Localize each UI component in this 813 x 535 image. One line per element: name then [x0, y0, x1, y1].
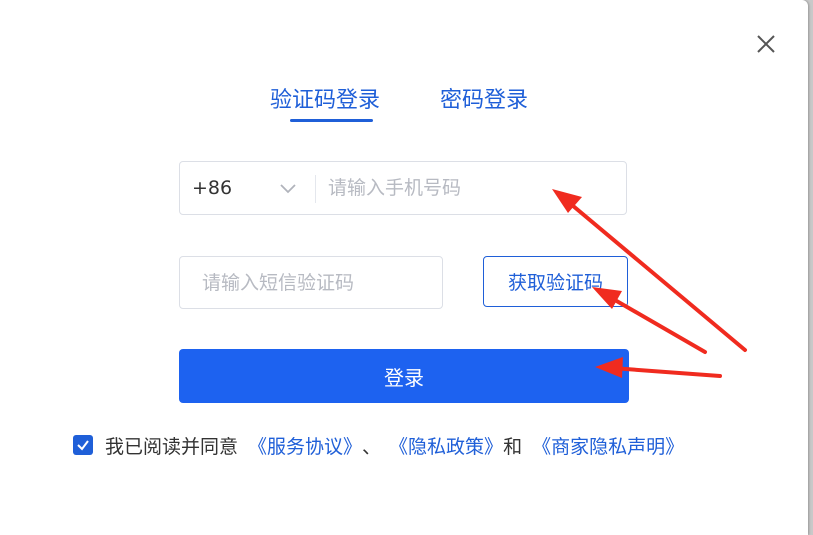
login-button[interactable]: 登录	[179, 349, 629, 403]
close-icon	[757, 35, 775, 53]
country-code-dropdown[interactable]	[278, 178, 298, 198]
check-icon	[77, 440, 89, 451]
service-agreement-link[interactable]: 《服务协议》	[248, 432, 362, 459]
sms-code-field	[179, 256, 443, 309]
login-dialog: 验证码登录 密码登录 +86 获取验证码 登录 我已阅读并同意 《服务协议》 、…	[0, 0, 808, 535]
country-code[interactable]: +86	[192, 162, 232, 214]
tab-password-login[interactable]: 密码登录	[440, 84, 528, 118]
agreement-row: 我已阅读并同意 《服务协议》 、 《隐私政策》 和 《商家隐私声明》	[73, 430, 684, 460]
merchant-privacy-link[interactable]: 《商家隐私声明》	[532, 432, 684, 459]
phone-input[interactable]	[328, 162, 618, 214]
tab-sms-login[interactable]: 验证码登录	[270, 84, 380, 118]
agreement-checkbox[interactable]	[73, 435, 93, 455]
close-button[interactable]	[752, 30, 780, 58]
active-tab-indicator	[290, 119, 373, 122]
agreement-text: 我已阅读并同意	[105, 435, 239, 458]
privacy-policy-link[interactable]: 《隐私政策》	[389, 432, 503, 459]
agreement-separator: 、	[362, 435, 382, 458]
get-code-button[interactable]: 获取验证码	[483, 256, 628, 307]
divider	[315, 175, 316, 203]
agreement-and: 和	[503, 435, 523, 458]
chevron-down-icon	[280, 184, 296, 194]
sms-code-input[interactable]	[202, 257, 432, 308]
phone-field: +86	[179, 161, 627, 215]
